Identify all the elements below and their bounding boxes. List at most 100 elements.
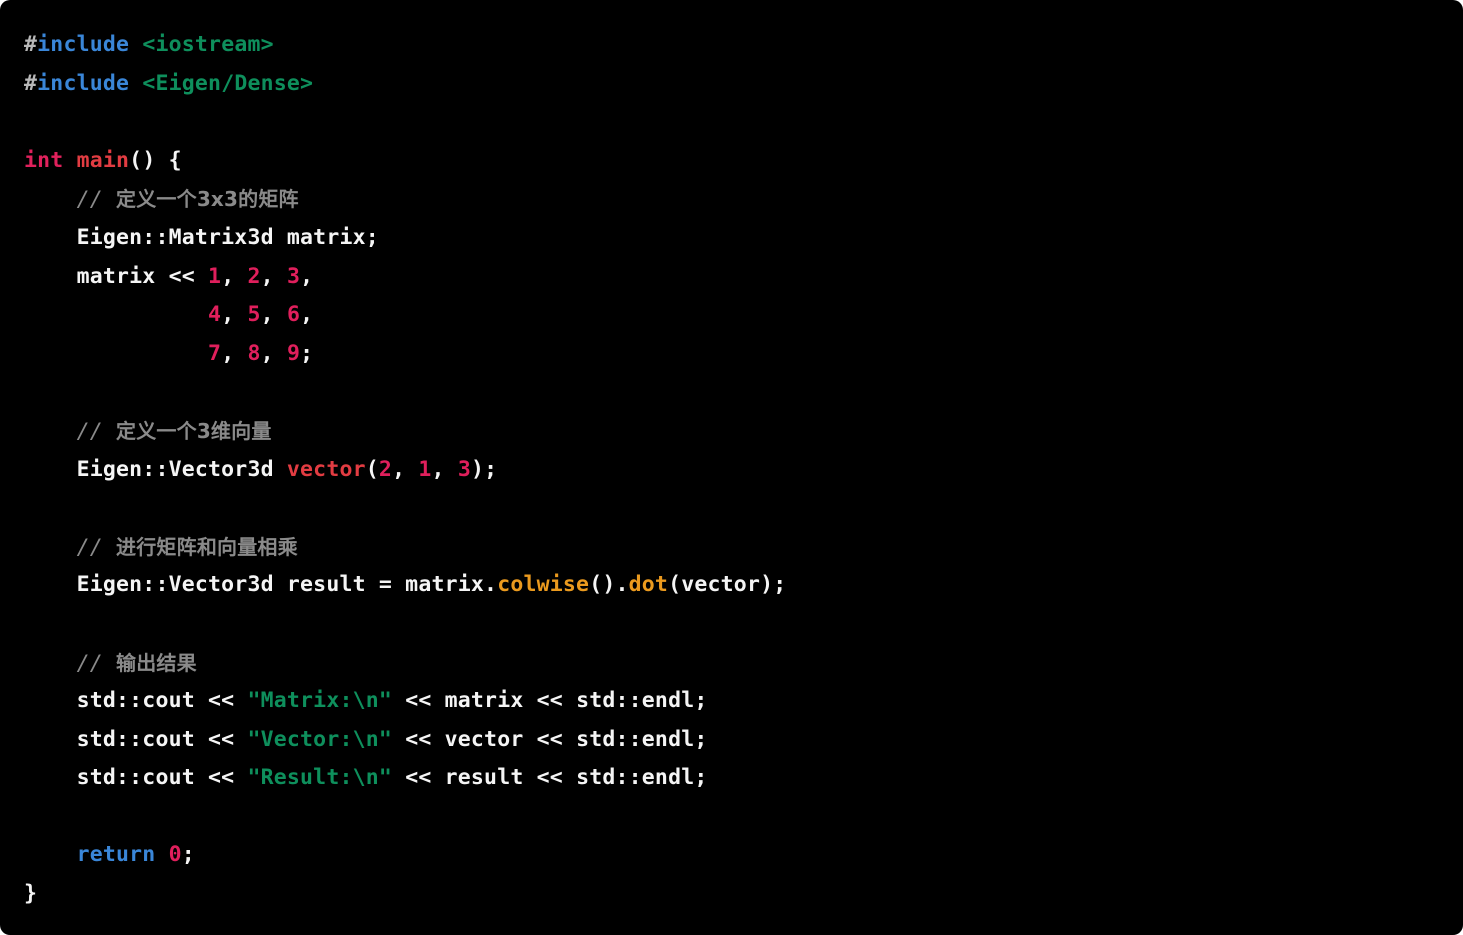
code-token-number: 7 <box>208 340 222 366</box>
code-line: std::cout << "Result:\n" << result << st… <box>24 759 1463 798</box>
code-token-number: 6 <box>286 302 301 328</box>
code-token-number: 2 <box>378 456 393 482</box>
code-token-plain: << vector << std::endl; <box>392 726 708 752</box>
code-line: std::cout << "Matrix:\n" << matrix << st… <box>24 682 1463 721</box>
code-token-number: 0 <box>168 842 182 868</box>
code-token-string: "Result:\n" <box>247 765 393 791</box>
code-token-punct: , <box>260 302 287 328</box>
code-line: // 定义一个3x3的矩阵 <box>24 180 1463 219</box>
code-token-punct: , <box>221 302 248 328</box>
code-line: } <box>24 875 1463 914</box>
code-token-punct: , <box>260 340 287 366</box>
code-token-string: <Eigen/Dense> <box>142 70 314 96</box>
code-token-punct: , <box>221 263 248 289</box>
code-token-plain: std::cout << <box>24 765 248 791</box>
code-token-punct: (vector); <box>668 572 787 598</box>
code-line: // 输出结果 <box>24 644 1463 683</box>
code-token-comment: // 定义一个3维向量 <box>76 418 272 444</box>
code-token-punct: ( <box>365 456 379 482</box>
code-token-number: 3 <box>286 263 301 289</box>
code-token-number: 5 <box>247 302 261 328</box>
code-token-hash: # <box>24 32 38 57</box>
code-token-number: 1 <box>208 263 222 289</box>
code-token-plain: std::cout << <box>24 726 248 752</box>
code-token-punct: ; <box>300 340 314 366</box>
code-token-preproc: include <box>37 70 130 96</box>
code-token-comment: // 进行矩阵和向量相乘 <box>76 534 298 560</box>
code-line: // 定义一个3维向量 <box>24 412 1463 451</box>
code-token-number: 8 <box>247 340 261 366</box>
code-line: #include <Eigen/Dense> <box>24 65 1463 104</box>
code-token-punct: (). <box>589 572 629 598</box>
code-token-number: 9 <box>286 340 301 366</box>
code-line: int main() { <box>24 142 1463 181</box>
code-token-number: 3 <box>457 456 471 482</box>
code-token-method: dot <box>628 572 669 598</box>
code-token-punct: , <box>260 263 287 289</box>
code-token-string: <iostream> <box>142 32 274 57</box>
code-token-punct: ; <box>181 842 195 868</box>
code-token-number: 2 <box>247 263 261 289</box>
code-token-method: colwise <box>497 572 590 598</box>
code-token-punct: , <box>300 302 314 328</box>
code-token-punct: , <box>221 340 248 366</box>
comment-cjk-text: 输出结果 <box>116 650 197 675</box>
code-token-func: vector <box>286 456 366 482</box>
code-token-func: main <box>76 147 130 173</box>
code-line: std::cout << "Vector:\n" << vector << st… <box>24 721 1463 760</box>
code-token-hash: # <box>24 70 38 96</box>
code-token-punct: () { <box>129 147 182 173</box>
code-token-comment: // 定义一个3x3的矩阵 <box>76 187 299 213</box>
code-token-keyword: return <box>76 842 156 868</box>
code-token-string: "Vector:\n" <box>247 726 393 752</box>
code-token-plain: << result << std::endl; <box>392 765 708 791</box>
code-token-punct: } <box>24 881 38 907</box>
code-line: return 0; <box>24 836 1463 875</box>
code-token-punct: , <box>431 456 458 482</box>
code-token-punct: ); <box>470 456 498 482</box>
comment-cjk-text: 定义一个3维向量 <box>116 418 272 443</box>
code-token-preproc: include <box>37 32 130 57</box>
code-token-plain: Eigen::Vector3d result = matrix. <box>24 572 498 598</box>
code-line: Eigen::Vector3d result = matrix.colwise(… <box>24 566 1463 605</box>
code-line: Eigen::Matrix3d matrix; <box>24 219 1463 258</box>
code-token-comment: // 输出结果 <box>76 650 197 676</box>
code-line: 7, 8, 9; <box>24 335 1463 374</box>
code-token-plain: Eigen::Vector3d <box>24 456 287 482</box>
code-token-string: "Matrix:\n" <box>247 688 393 714</box>
code-token-plain: matrix << <box>24 263 209 289</box>
comment-cjk-text: 进行矩阵和向量相乘 <box>116 534 298 559</box>
code-token-plain: << matrix << std::endl; <box>392 688 708 714</box>
code-token-punct: , <box>392 456 419 482</box>
code-token-number: 4 <box>208 302 222 328</box>
comment-cjk-text: 定义一个3x3的矩阵 <box>116 187 299 212</box>
code-token-type: int <box>24 147 64 173</box>
code-token-number: 1 <box>418 456 432 482</box>
code-line: // 进行矩阵和向量相乘 <box>24 528 1463 567</box>
code-line: matrix << 1, 2, 3, <box>24 258 1463 297</box>
code-token-punct: , <box>300 263 314 289</box>
code-token-plain: std::cout << <box>24 688 248 714</box>
code-lines-container[interactable]: #include <iostream> #include <Eigen/Dense… <box>0 26 1463 914</box>
code-token-plain: Eigen::Matrix3d matrix; <box>24 224 379 250</box>
code-line: Eigen::Vector3d vector(2, 1, 3); <box>24 451 1463 490</box>
code-line: 4, 5, 6, <box>24 296 1463 335</box>
code-line: #include <iostream> <box>24 26 1463 65</box>
code-block: #include <iostream> #include <Eigen/Dense… <box>0 0 1463 935</box>
